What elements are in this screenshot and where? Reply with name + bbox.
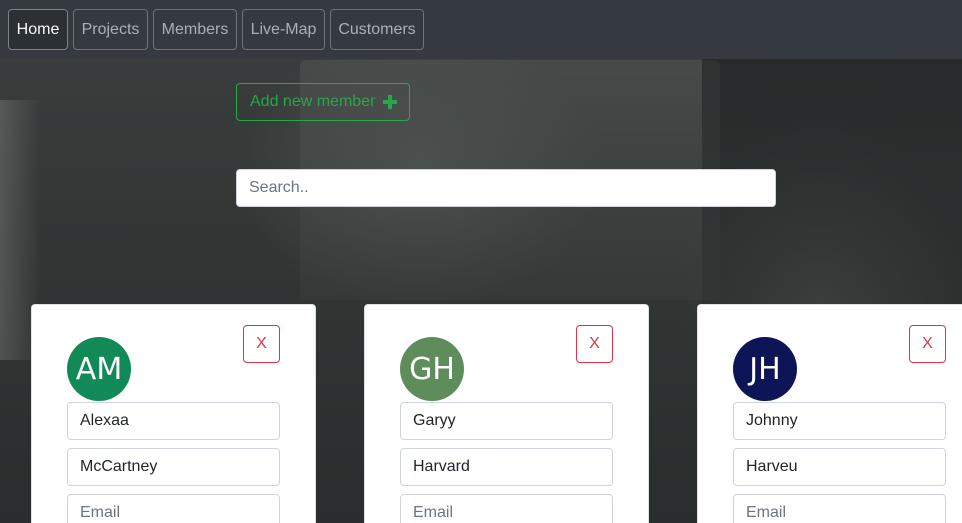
add-member-button[interactable]: Add new member bbox=[236, 83, 410, 121]
email-field[interactable] bbox=[67, 494, 280, 523]
search-input[interactable] bbox=[236, 169, 776, 207]
remove-member-button[interactable]: X bbox=[576, 325, 613, 363]
member-card: JH X bbox=[697, 304, 962, 523]
first-name-field[interactable] bbox=[67, 402, 280, 440]
email-field[interactable] bbox=[733, 494, 946, 523]
member-card: GH X bbox=[364, 304, 649, 523]
nav-members[interactable]: Members bbox=[153, 9, 237, 50]
member-card: AM X bbox=[31, 304, 316, 523]
nav-projects[interactable]: Projects bbox=[73, 9, 148, 50]
avatar: AM bbox=[67, 337, 131, 401]
nav-live-map[interactable]: Live-Map bbox=[242, 9, 325, 50]
nav-home[interactable]: Home bbox=[8, 9, 68, 50]
remove-member-button[interactable]: X bbox=[243, 325, 280, 363]
email-field[interactable] bbox=[400, 494, 613, 523]
avatar: JH bbox=[733, 337, 797, 401]
first-name-field[interactable] bbox=[733, 402, 946, 440]
nav-customers[interactable]: Customers bbox=[330, 9, 424, 50]
avatar: GH bbox=[400, 337, 464, 401]
last-name-field[interactable] bbox=[733, 448, 946, 486]
remove-member-button[interactable]: X bbox=[909, 325, 946, 363]
last-name-field[interactable] bbox=[67, 448, 280, 486]
navbar: Home Projects Members Live-Map Customers bbox=[0, 0, 962, 59]
first-name-field[interactable] bbox=[400, 402, 613, 440]
plus-icon bbox=[383, 95, 397, 109]
add-member-label: Add new member bbox=[250, 93, 376, 110]
last-name-field[interactable] bbox=[400, 448, 613, 486]
